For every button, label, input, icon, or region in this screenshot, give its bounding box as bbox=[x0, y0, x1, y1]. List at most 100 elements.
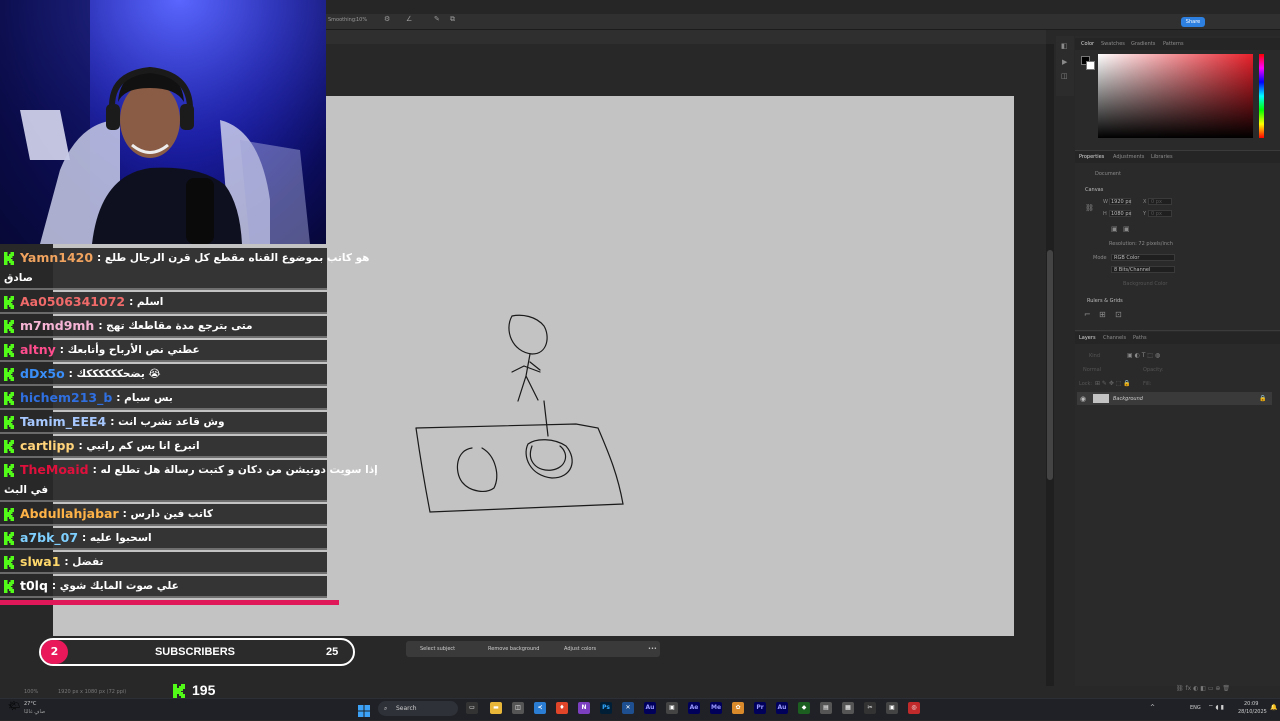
document-info: 1920 px x 1080 px (72 ppi) bbox=[58, 689, 127, 695]
lock-icons[interactable]: ⊞ ✎ ✥ ⬚ 🔒 bbox=[1095, 380, 1131, 387]
clock-date[interactable]: 28/10/2025 bbox=[1238, 709, 1267, 715]
chat-username[interactable]: Tamim_EEE4 bbox=[20, 414, 106, 429]
app-grey-icon[interactable]: ▤ bbox=[820, 702, 832, 714]
app-red-icon[interactable]: ◎ bbox=[908, 702, 920, 714]
vscode-icon[interactable]: ≺ bbox=[534, 702, 546, 714]
chat-username[interactable]: Yamn1420 bbox=[20, 250, 93, 265]
photoshop-icon[interactable]: Ps bbox=[600, 702, 612, 714]
symmetry-icon[interactable]: ⧉ bbox=[450, 15, 455, 24]
layer-kind-filter[interactable]: Kind bbox=[1089, 353, 1100, 359]
gear-icon[interactable]: ⚙ bbox=[384, 15, 390, 23]
y-label: Y bbox=[1143, 211, 1147, 217]
angle-icon[interactable]: ∠ bbox=[406, 15, 412, 23]
chat-message: Aa0506341072 اسلم : bbox=[0, 292, 327, 314]
smoothing-value[interactable]: 10% bbox=[356, 17, 367, 23]
tab-channels[interactable]: Channels bbox=[1103, 335, 1126, 341]
orientation-landscape-icon[interactable]: ▣ bbox=[1123, 225, 1130, 233]
chat-username[interactable]: altny bbox=[20, 342, 56, 357]
chat-text: عطني نص الأرباح وأتابعك : bbox=[59, 344, 200, 356]
app-x-icon[interactable]: ✕ bbox=[622, 702, 634, 714]
chat-username[interactable]: cartlipp bbox=[20, 438, 74, 453]
task-view-icon[interactable]: ▭ bbox=[466, 702, 478, 714]
chat-username[interactable]: slwa1 bbox=[20, 554, 60, 569]
start-button[interactable] bbox=[358, 702, 370, 717]
play-icon[interactable]: ▶ bbox=[1062, 58, 1067, 66]
eye-icon[interactable]: ◉ bbox=[1080, 395, 1086, 403]
brave-icon[interactable]: ♦ bbox=[556, 702, 568, 714]
chat-username[interactable]: hichem213_b bbox=[20, 390, 112, 405]
layer-filter-icons[interactable]: ▣ ◐ T ⬚ ◍ bbox=[1127, 352, 1160, 359]
ruler-icon[interactable]: ⌐ bbox=[1084, 310, 1091, 319]
notifications-icon[interactable]: 🔔 bbox=[1270, 704, 1277, 711]
app-orange-icon[interactable]: ✿ bbox=[732, 702, 744, 714]
select-subject-button[interactable]: Select subject bbox=[420, 646, 455, 652]
vertical-scroll-thumb[interactable] bbox=[1047, 250, 1053, 480]
properties-icon[interactable]: ◫ bbox=[1061, 72, 1068, 80]
store-icon[interactable]: ◫ bbox=[512, 702, 524, 714]
orientation-portrait-icon[interactable]: ▣ bbox=[1111, 225, 1118, 233]
kick-badge-icon bbox=[4, 508, 14, 521]
weather-icon[interactable]: 🌤 bbox=[8, 701, 21, 712]
more-icon[interactable]: ••• bbox=[648, 646, 657, 652]
tab-layers[interactable]: Layers bbox=[1079, 335, 1096, 341]
clock-time[interactable]: 20:09 bbox=[1244, 701, 1258, 707]
history-icon[interactable]: ◧ bbox=[1061, 42, 1068, 50]
chat-username[interactable]: Aa0506341072 bbox=[20, 294, 125, 309]
kick-badge-icon bbox=[4, 320, 14, 333]
hue-slider[interactable] bbox=[1259, 54, 1264, 138]
pressure-icon[interactable]: ✎ bbox=[434, 15, 440, 23]
adjust-colors-button[interactable]: Adjust colors bbox=[564, 646, 596, 652]
weather-temp[interactable]: 27°C bbox=[24, 701, 36, 707]
tab-color[interactable]: Color bbox=[1081, 41, 1094, 47]
guides-icon[interactable]: ⊡ bbox=[1115, 310, 1122, 319]
link-icon[interactable]: ⛓ bbox=[1085, 204, 1094, 212]
chat-username[interactable]: a7bk_07 bbox=[20, 530, 78, 545]
layer-panel-bottom-icons[interactable]: ⛓ fx ◐ ◧ ▭ ⊕ 🗑 bbox=[1176, 685, 1276, 695]
file-explorer-icon[interactable]: ▬ bbox=[490, 702, 502, 714]
app-grey-2-icon[interactable]: ▦ bbox=[842, 702, 854, 714]
remove-background-button[interactable]: Remove background bbox=[488, 646, 539, 652]
chat-message: a7bk_07 اسحبوا عليه : bbox=[0, 528, 327, 550]
audition-icon[interactable]: Au bbox=[644, 702, 656, 714]
tab-patterns[interactable]: Patterns bbox=[1163, 41, 1184, 47]
taskbar-search[interactable]: ⌕ Search bbox=[378, 701, 458, 716]
tray-chevron-icon[interactable]: ^ bbox=[1150, 704, 1155, 711]
tab-swatches[interactable]: Swatches bbox=[1101, 41, 1125, 47]
chat-text: وش قاعد تشرب انت : bbox=[110, 416, 225, 428]
tab-properties[interactable]: Properties bbox=[1079, 154, 1104, 160]
grid-icon[interactable]: ⊞ bbox=[1099, 310, 1106, 319]
language-indicator[interactable]: ENG bbox=[1190, 705, 1201, 711]
tab-gradients[interactable]: Gradients bbox=[1131, 41, 1155, 47]
document-canvas[interactable] bbox=[326, 96, 1014, 636]
chat-username[interactable]: Abdullahjabar bbox=[20, 506, 119, 521]
app-screen-icon[interactable]: ▣ bbox=[886, 702, 898, 714]
app-green-icon[interactable]: ◆ bbox=[798, 702, 810, 714]
media-encoder-icon[interactable]: Me bbox=[710, 702, 722, 714]
chat-username[interactable]: TheMoaid bbox=[20, 462, 89, 477]
blend-mode-select[interactable]: Normal bbox=[1083, 367, 1101, 373]
width-value: 1920 px bbox=[1111, 199, 1132, 205]
network-sound-battery-icons[interactable]: ⌔ ◖ ▮ bbox=[1208, 703, 1224, 711]
chat-username[interactable]: t0lq bbox=[20, 578, 48, 593]
background-swatch[interactable] bbox=[1086, 61, 1095, 70]
audition-2-icon[interactable]: Au bbox=[776, 702, 788, 714]
after-effects-icon[interactable]: Ae bbox=[688, 702, 700, 714]
kick-badge-icon bbox=[4, 368, 14, 381]
chat-username[interactable]: dDx5o bbox=[20, 366, 65, 381]
search-icon: ⌕ bbox=[384, 705, 388, 712]
chat-username[interactable]: m7md9mh bbox=[20, 318, 94, 333]
layer-name[interactable]: Background bbox=[1113, 396, 1143, 402]
layers-panel-tabs: Layers Channels Paths bbox=[1075, 332, 1280, 344]
capcut-icon[interactable]: ✂ bbox=[864, 702, 876, 714]
color-field[interactable] bbox=[1098, 54, 1253, 138]
premiere-icon[interactable]: Pr bbox=[754, 702, 766, 714]
tab-adjustments[interactable]: Adjustments bbox=[1113, 154, 1144, 160]
tab-libraries[interactable]: Libraries bbox=[1151, 154, 1173, 160]
windows-taskbar bbox=[0, 698, 1280, 720]
share-button[interactable]: Share bbox=[1181, 17, 1205, 27]
app-window-icon[interactable]: ▣ bbox=[666, 702, 678, 714]
zoom-level[interactable]: 100% bbox=[24, 689, 38, 695]
fill-value[interactable]: Background Color bbox=[1123, 281, 1167, 287]
tab-paths[interactable]: Paths bbox=[1133, 335, 1147, 341]
visual-studio-icon[interactable]: N bbox=[578, 702, 590, 714]
